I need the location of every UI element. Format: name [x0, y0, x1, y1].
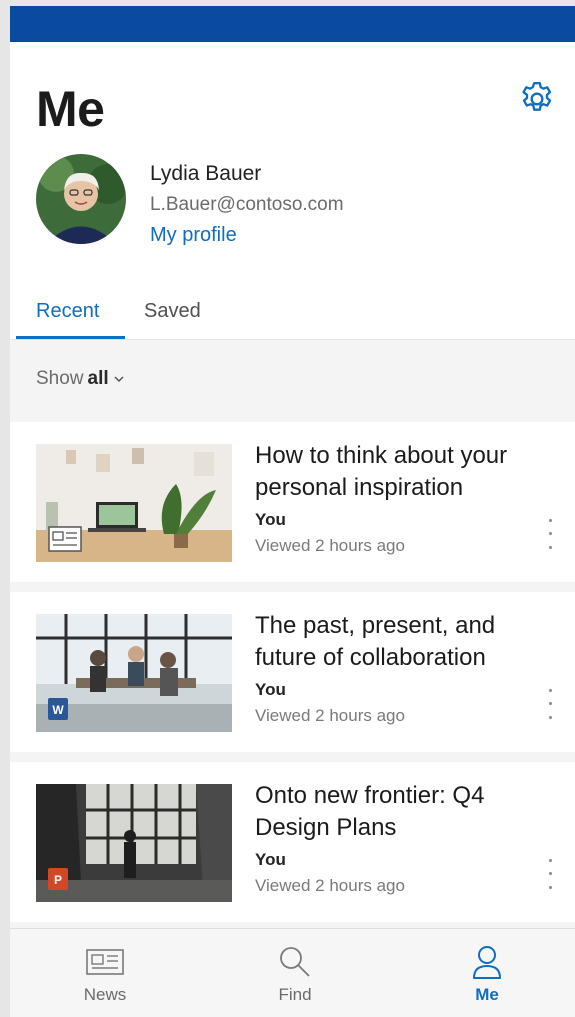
- nav-find[interactable]: Find: [240, 945, 350, 1005]
- card-timestamp: Viewed 2 hours ago: [255, 706, 405, 725]
- status-bar: [10, 6, 575, 42]
- more-dot: [548, 872, 552, 876]
- card-title: Onto new frontier: Q4 Design Plans: [255, 782, 485, 841]
- show-all-dropdown[interactable]: Show all: [36, 368, 125, 390]
- user-email: L.Bauer@contoso.com: [150, 194, 344, 215]
- powerpoint-icon: P: [48, 868, 68, 890]
- tab-bar: Recent Saved: [10, 292, 575, 340]
- user-name: Lydia Bauer: [150, 162, 262, 185]
- card-author: You: [255, 510, 286, 529]
- word-icon: W: [48, 698, 68, 720]
- more-dot: [548, 859, 552, 863]
- profile-header: Me Lydia Bauer L.Bauer@contoso.com My pr…: [10, 42, 575, 340]
- svg-text:W: W: [52, 703, 64, 717]
- more-options-button[interactable]: [540, 684, 560, 724]
- list-item[interactable]: How to think about your personal inspira…: [10, 422, 575, 582]
- my-profile-link[interactable]: My profile: [150, 224, 237, 247]
- list-item[interactable]: W The past, present, and future of colla…: [10, 592, 575, 752]
- nav-news[interactable]: News: [50, 945, 160, 1005]
- person-icon: [473, 946, 501, 979]
- more-dot: [548, 519, 552, 523]
- more-dot: [548, 715, 552, 719]
- article-thumbnail: P: [36, 784, 232, 902]
- card-title: How to think about your personal inspira…: [255, 442, 508, 501]
- bottom-navigation: News Find Me: [10, 928, 575, 1017]
- svg-text:P: P: [54, 873, 62, 887]
- page-title: Me: [36, 81, 105, 137]
- app-screen: Me Lydia Bauer L.Bauer@contoso.com My pr…: [10, 6, 575, 1017]
- more-dot: [548, 689, 552, 693]
- more-dot: [548, 885, 552, 889]
- news-icon: [48, 526, 82, 552]
- avatar[interactable]: [36, 154, 126, 244]
- article-thumbnail: [36, 444, 232, 562]
- active-tab-indicator: [16, 336, 125, 339]
- tab-saved[interactable]: Saved: [144, 300, 201, 323]
- more-dot: [548, 702, 552, 706]
- avatar-image: [36, 154, 126, 244]
- more-options-button[interactable]: [540, 854, 560, 894]
- tab-recent[interactable]: Recent: [36, 300, 99, 323]
- filter-row: Show all: [10, 340, 575, 422]
- news-icon: [86, 949, 124, 975]
- recent-list: How to think about your personal inspira…: [10, 422, 575, 922]
- article-thumbnail: W: [36, 614, 232, 732]
- card-author: You: [255, 850, 286, 869]
- list-item[interactable]: P Onto new frontier: Q4 Design Plans You…: [10, 762, 575, 922]
- nav-label: News: [83, 985, 127, 1004]
- settings-button[interactable]: [514, 76, 560, 122]
- card-author: You: [255, 680, 286, 699]
- card-title: The past, present, and future of collabo…: [255, 612, 496, 671]
- more-dot: [548, 545, 552, 549]
- card-timestamp: Viewed 2 hours ago: [255, 536, 405, 555]
- nav-me[interactable]: Me: [432, 945, 542, 1005]
- filter-prefix: Show: [36, 368, 84, 389]
- nav-label: Find: [278, 985, 312, 1004]
- gear-icon: [522, 82, 552, 111]
- search-icon: [280, 947, 310, 977]
- filter-value: all: [87, 368, 109, 389]
- card-timestamp: Viewed 2 hours ago: [255, 876, 405, 895]
- nav-label: Me: [475, 985, 499, 1004]
- more-options-button[interactable]: [540, 514, 560, 554]
- more-dot: [548, 532, 552, 536]
- chevron-down-icon: [114, 376, 124, 383]
